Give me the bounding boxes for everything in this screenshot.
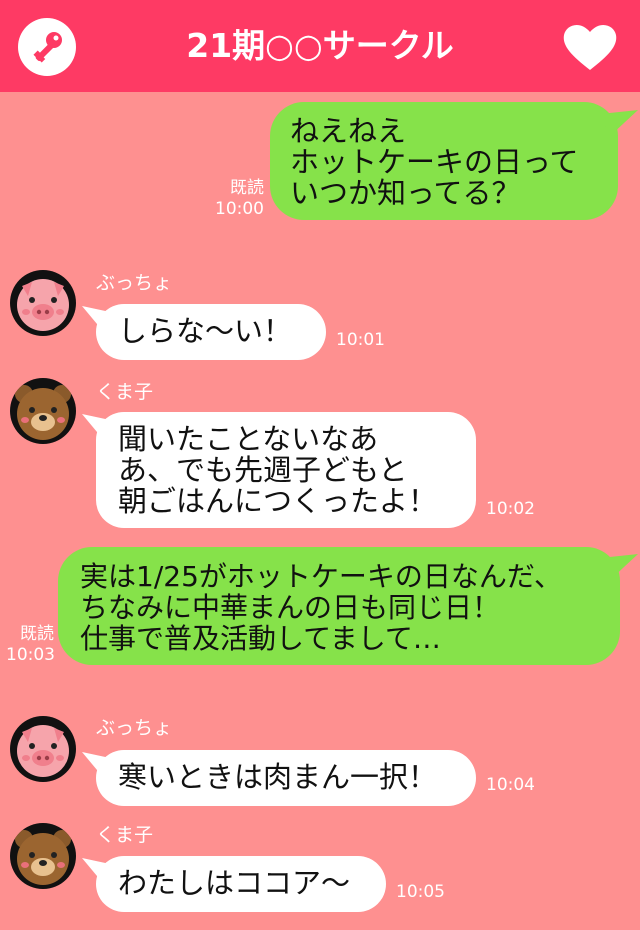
message-time: 10:02 xyxy=(486,499,535,519)
message-bubble-me[interactable]: 実は1/25がホットケーキの日なんだ、 ちなみに中華まんの日も同じ日！ 仕事で普… xyxy=(58,547,620,665)
message-bubble-me[interactable]: ねえねえ ホットケーキの日って いつか知ってる？ xyxy=(270,102,618,220)
message-time: 10:01 xyxy=(336,330,385,350)
avatar-pig[interactable] xyxy=(10,716,76,782)
avatar-bear[interactable] xyxy=(10,823,76,889)
bubble-tail xyxy=(600,110,638,136)
message-bubble[interactable]: 聞いたことないなあ あ、でも先週子どもと 朝ごはんにつくったよ！ xyxy=(96,412,476,528)
bear-icon xyxy=(15,830,71,885)
heart-icon xyxy=(563,24,617,70)
chat-title: 21期○○サークル xyxy=(186,26,454,65)
sender-name: ぶっちょ xyxy=(96,717,173,739)
sender-name: ぶっちょ xyxy=(96,272,173,294)
bear-icon xyxy=(15,385,71,440)
message-4-meta: 既読 10:03 xyxy=(6,624,55,666)
pig-icon xyxy=(17,725,69,777)
avatar-bear[interactable] xyxy=(10,378,76,444)
message-time: 10:05 xyxy=(396,882,445,902)
avatar-pig[interactable] xyxy=(10,270,76,336)
message-bubble[interactable]: 寒いときは肉まん一択！ xyxy=(96,750,476,806)
chat-header: 21期○○サークル xyxy=(0,0,640,92)
message-time: 10:04 xyxy=(486,775,535,795)
message-time: 10:03 xyxy=(6,645,55,665)
heart-button[interactable] xyxy=(560,20,620,74)
message-1-meta: 既読 10:00 xyxy=(206,178,264,220)
message-bubble[interactable]: わたしはココア～ xyxy=(96,856,386,912)
message-bubble[interactable]: しらな～い！ xyxy=(96,304,326,360)
sender-name: くま子 xyxy=(96,824,154,846)
sender-name: くま子 xyxy=(96,381,154,403)
read-receipt: 既読 xyxy=(20,624,54,644)
bubble-tail xyxy=(600,554,638,580)
read-receipt: 既読 xyxy=(230,178,264,198)
message-time: 10:00 xyxy=(215,199,264,219)
pig-icon xyxy=(17,279,69,331)
